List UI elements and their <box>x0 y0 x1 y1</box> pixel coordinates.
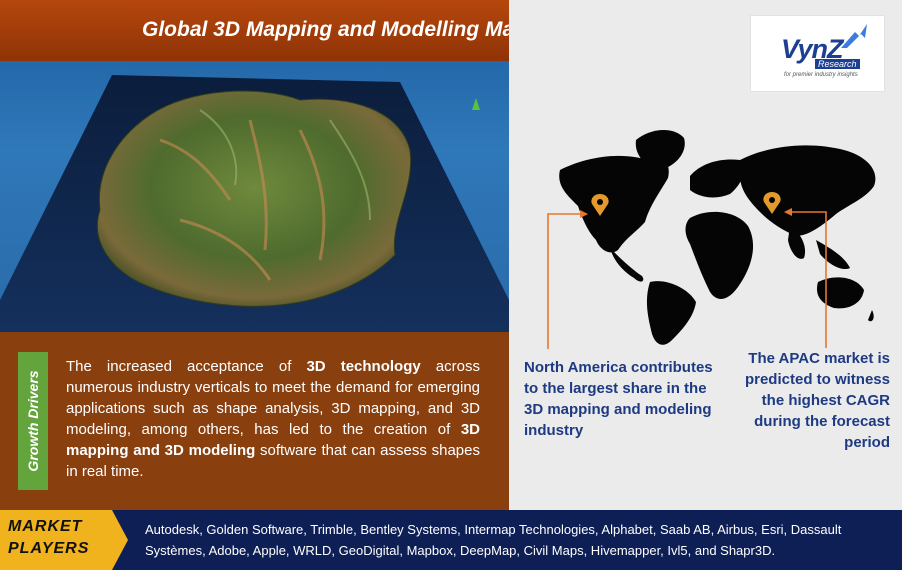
market-players-label-line: MARKET <box>8 518 83 535</box>
logo-sub: Research <box>815 59 860 69</box>
apac-insight: The APAC market is predicted to witness … <box>744 350 890 451</box>
page-title: Global 3D Mapping and Modelling Market <box>142 18 553 41</box>
north-america-insight: North America contributes to the largest… <box>524 359 713 439</box>
growth-drivers-text: The increased acceptance of 3D technolog… <box>66 356 480 482</box>
logo-arrow-icon <box>841 24 867 48</box>
driver-text-highlight: 3D technology <box>306 358 421 375</box>
logo-tagline: for premier industry insights <box>784 72 858 78</box>
vynz-logo: VynZ Research for premier industry insig… <box>750 15 885 92</box>
market-players-label-line: PLAYERS <box>8 540 90 557</box>
driver-text-part: The increased acceptance of <box>66 358 307 375</box>
market-players-label: MARKET PLAYERS <box>8 516 89 560</box>
north-arrow-icon <box>472 98 480 110</box>
connector-lines <box>547 208 827 349</box>
market-players-list: Autodesk, Golden Software, Trimble, Bent… <box>145 522 842 558</box>
growth-drivers-label: Growth Drivers <box>25 370 41 472</box>
